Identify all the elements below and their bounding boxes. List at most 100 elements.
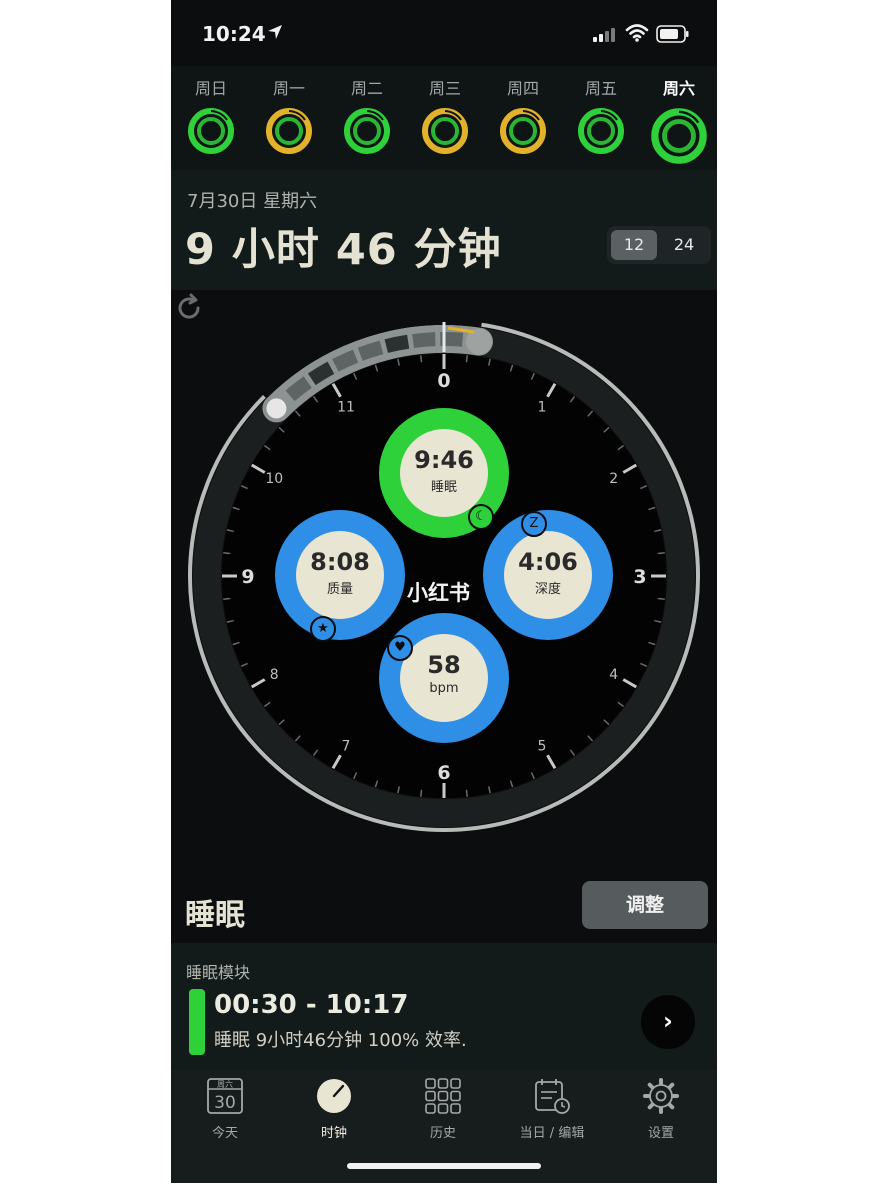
dial-hour-label: 6 xyxy=(437,762,450,784)
dial-hour-label: 3 xyxy=(633,566,646,588)
star-icon: ★ xyxy=(310,616,336,642)
day-label: 周二 xyxy=(350,79,383,98)
day-ring-icon xyxy=(422,108,468,154)
tab-settings[interactable]: 设置 xyxy=(607,1076,715,1141)
location-arrow-icon xyxy=(268,25,282,39)
module-color-bar xyxy=(189,989,205,1055)
date-label: 7月30日 星期六 xyxy=(187,191,318,212)
day-label: 周一 xyxy=(272,79,305,98)
gear-icon xyxy=(643,1078,679,1114)
dial-hour-label: 10 xyxy=(265,471,283,487)
day-column-2[interactable]: 周二 xyxy=(328,66,406,155)
tab-clock[interactable]: 时钟 xyxy=(280,1076,388,1141)
battery-icon xyxy=(656,25,689,43)
sleep-clock-dial[interactable]: 0 1 2 3 4 5 6 7 8 9 10 11 9:46 睡眠 ☾ 8:08 质量 ★ 4:06 … xyxy=(171,290,717,870)
dial-tick xyxy=(420,789,423,797)
dial-tick xyxy=(420,355,423,363)
day-ring-icon xyxy=(188,108,234,154)
deep-sleep-metric-value: 4:06 xyxy=(518,548,578,576)
day-label: 周日 xyxy=(194,79,227,98)
day-label: 周六 xyxy=(662,79,695,98)
wifi-icon xyxy=(625,24,649,42)
day-column-0[interactable]: 周日 xyxy=(172,66,250,155)
dial-tick xyxy=(465,789,468,797)
module-time-range: 00:30 - 10:17 xyxy=(214,990,409,1020)
day-ring-icon xyxy=(266,108,312,154)
dial-hour-label: 1 xyxy=(538,399,547,415)
home-indicator xyxy=(347,1163,541,1169)
day-ring-icon xyxy=(500,108,546,154)
day-column-6[interactable]: 周六 xyxy=(640,66,717,165)
day-ring-icon xyxy=(578,108,624,154)
dial-hour-label: 2 xyxy=(609,471,618,487)
day-label: 周三 xyxy=(428,79,461,98)
module-description: 睡眠 9小时46分钟 100% 效率. xyxy=(214,1030,467,1051)
calendar-day-weekday: 周六 xyxy=(217,1079,233,1089)
day-ring-icon xyxy=(651,108,707,164)
dial-hour-label: 0 xyxy=(437,370,450,392)
phone-screen: 10:24 周日 周一 周二 周三 周四 周五 周六 7月30日 星期六 9 小时 46 分… xyxy=(171,0,717,1183)
quality-metric-label: 质量 xyxy=(326,582,353,597)
tab-today[interactable]: 周六 30 今天 xyxy=(171,1076,279,1141)
dial-hour-label: 8 xyxy=(270,667,279,683)
tab-settings-label: 设置 xyxy=(647,1126,674,1141)
module-heading: 睡眠模块 xyxy=(186,963,251,982)
watermark-logo: 小红书 xyxy=(407,581,470,605)
sleep-metric-label: 睡眠 xyxy=(430,480,457,495)
sleep-stage-segment xyxy=(384,334,410,353)
heart-icon: ♥ xyxy=(387,635,413,661)
dial-tick xyxy=(657,552,665,555)
clock-icon xyxy=(317,1079,351,1113)
section-title: 睡眠 xyxy=(185,898,245,933)
week-strip: 周日 周一 周二 周三 周四 周五 周六 xyxy=(171,66,717,170)
sleep-stage-segment xyxy=(357,340,384,361)
day-label: 周五 xyxy=(584,79,617,98)
adjust-button[interactable]: 调整 xyxy=(582,881,708,929)
day-column-5[interactable]: 周五 xyxy=(562,66,640,155)
sleep-metric-value: 9:46 xyxy=(414,446,474,474)
day-column-3[interactable]: 周三 xyxy=(406,66,484,155)
day-column-4[interactable]: 周四 xyxy=(484,66,562,155)
dial-hour-label: 11 xyxy=(337,399,355,415)
dial-tick xyxy=(223,552,231,555)
sleep-start-handle xyxy=(266,398,287,419)
dial-hour-label: 5 xyxy=(538,739,547,755)
calendar-day-icon: 周六 30 xyxy=(207,1078,243,1114)
cellular-signal-icon xyxy=(593,28,615,42)
tab-today-label: 今天 xyxy=(211,1126,238,1141)
sleep-stage-segment xyxy=(412,332,436,348)
quality-metric-ring[interactable]: 8:08 质量 xyxy=(275,510,405,640)
dial-tick xyxy=(465,355,468,363)
dial-hour-label: 7 xyxy=(342,739,351,755)
tab-day-edit-label: 当日 / 编辑 xyxy=(519,1126,585,1141)
toggle-24-hour[interactable]: 24 xyxy=(661,230,707,260)
dial-hour-label: 9 xyxy=(241,566,254,588)
tab-history-label: 历史 xyxy=(429,1126,456,1141)
day-ring-icon xyxy=(344,108,390,154)
refresh-icon[interactable] xyxy=(171,290,207,326)
quality-metric-value: 8:08 xyxy=(310,548,370,576)
dial-hour-label: 4 xyxy=(609,667,618,683)
tab-history[interactable]: 历史 xyxy=(389,1076,497,1141)
calendar-day-number: 30 xyxy=(214,1093,236,1113)
day-column-1[interactable]: 周一 xyxy=(250,66,328,155)
heart-rate-metric-ring[interactable]: 58 bpm xyxy=(379,613,509,743)
tab-day-edit[interactable]: 当日 / 编辑 xyxy=(498,1076,606,1141)
dial-tick xyxy=(223,597,231,600)
heart-rate-value: 58 xyxy=(427,651,461,679)
chevron-right-icon[interactable]: › xyxy=(641,995,695,1049)
deep-sleep-metric-ring[interactable]: 4:06 深度 xyxy=(483,510,613,640)
summary-header: 7月30日 星期六 9 小时 46 分钟 12 24 xyxy=(171,170,717,290)
grid-icon xyxy=(425,1078,461,1114)
day-label: 周四 xyxy=(506,79,539,98)
dial-tick xyxy=(657,597,665,600)
clock-format-toggle: 12 24 xyxy=(607,226,711,264)
sleep-module-card[interactable]: 睡眠模块 00:30 - 10:17 睡眠 9小时46分钟 100% 效率. › xyxy=(171,943,717,1070)
deep-sleep-metric-label: 深度 xyxy=(534,582,561,597)
toggle-12-hour[interactable]: 12 xyxy=(611,230,657,260)
tab-clock-label: 时钟 xyxy=(320,1126,347,1141)
deep-sleep-z-icon: Z xyxy=(521,511,547,537)
calendar-edit-icon xyxy=(535,1079,570,1114)
status-time: 10:24 xyxy=(202,22,266,46)
sleep-duration-title: 9 小时 46 分钟 xyxy=(185,225,502,275)
